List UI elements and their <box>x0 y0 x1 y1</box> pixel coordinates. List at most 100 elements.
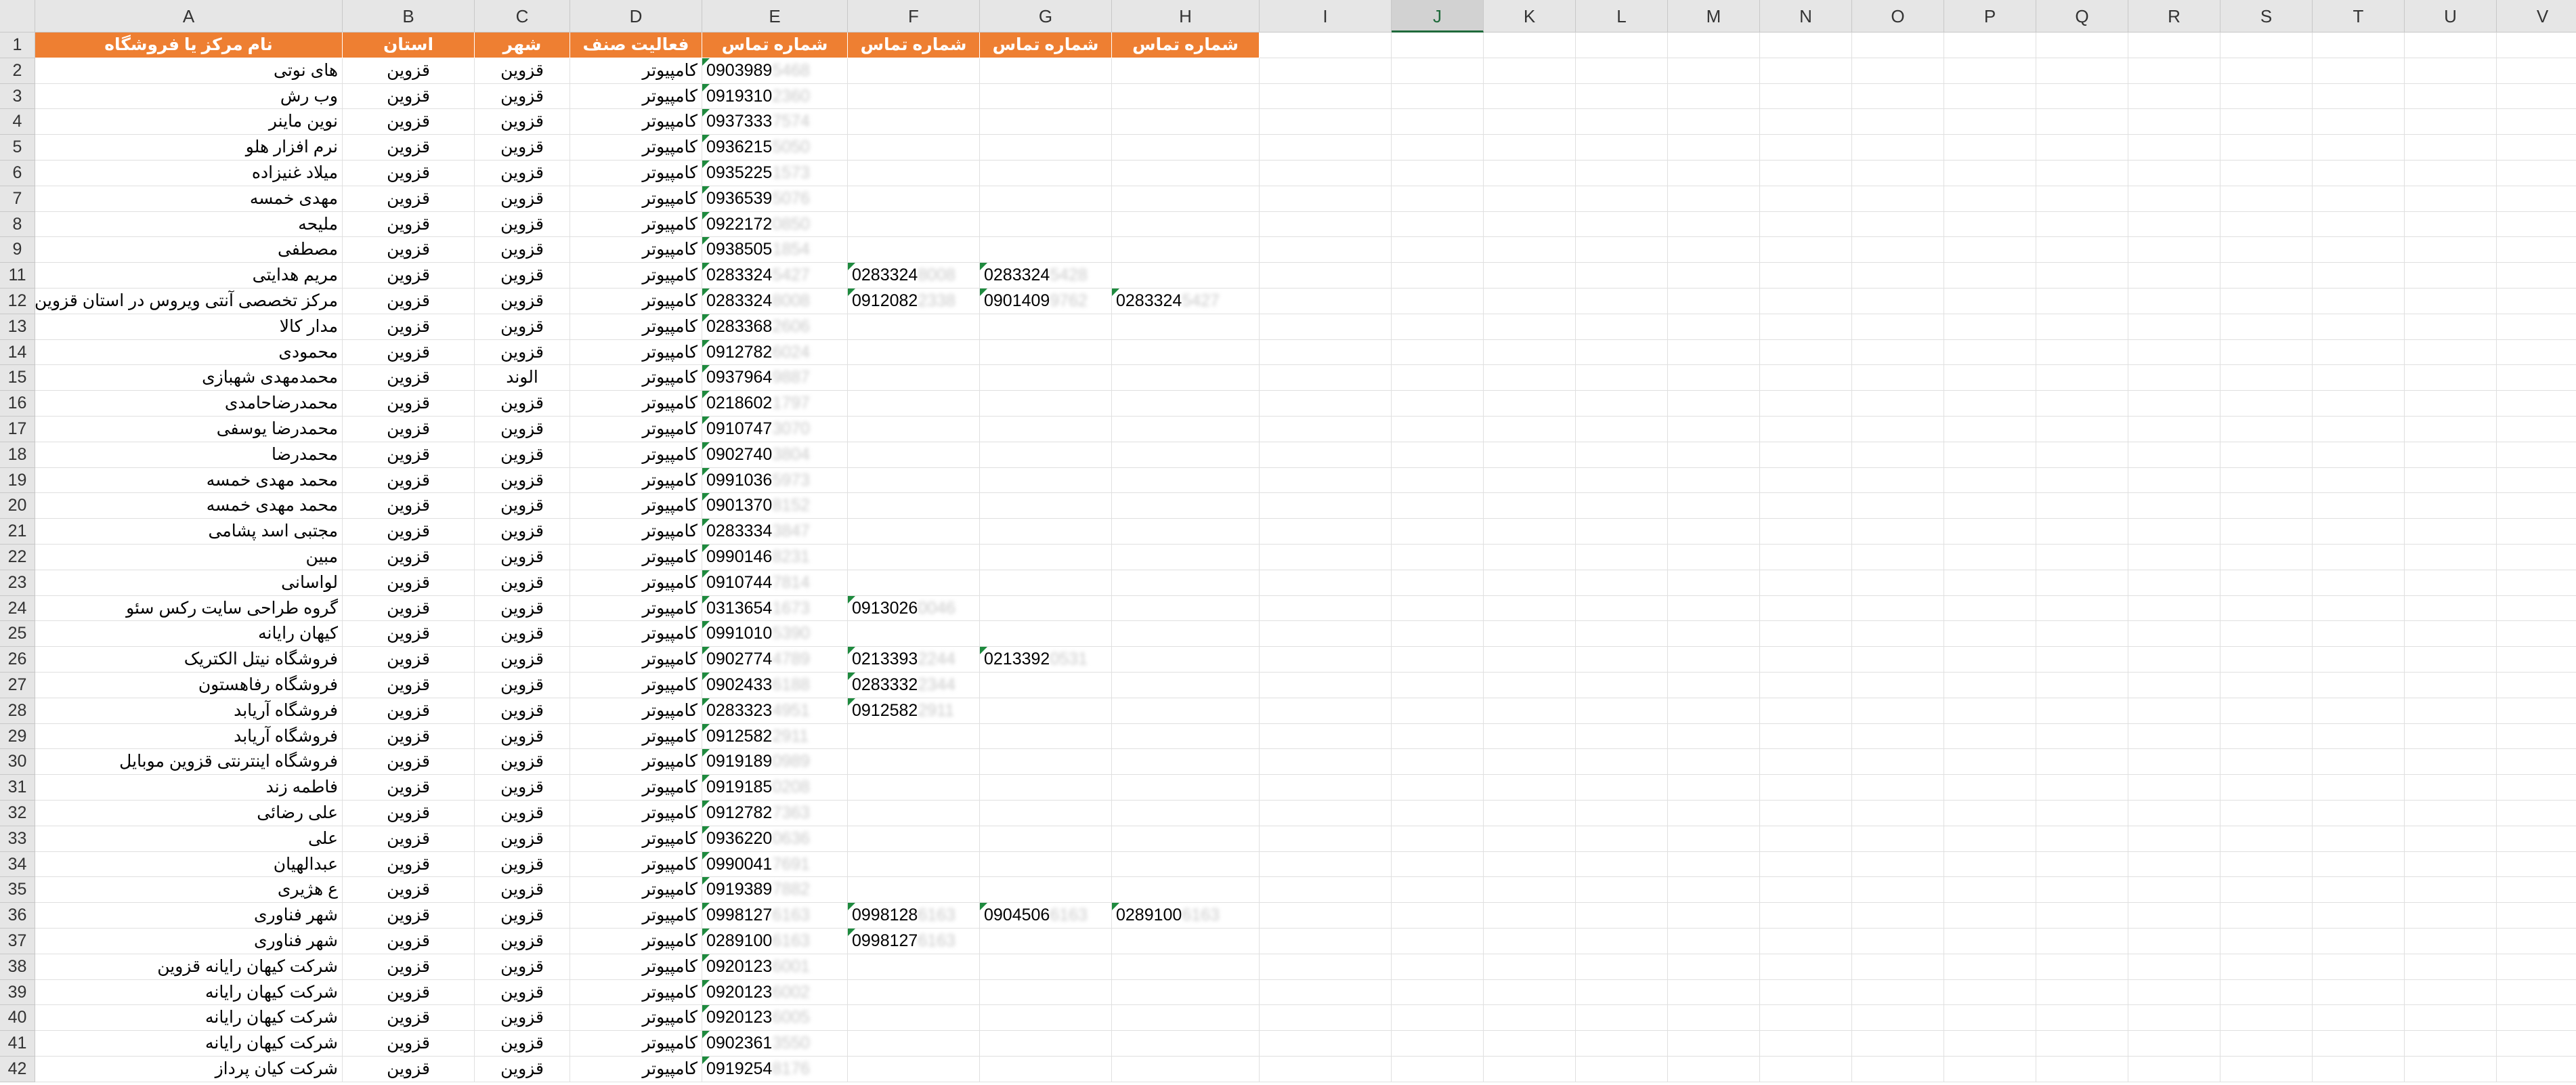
cell-province[interactable]: قزوین <box>343 237 475 263</box>
cell-name[interactable]: محمدمهدی شهبازی <box>35 365 343 391</box>
cell[interactable] <box>2128 211 2220 238</box>
row-header-34[interactable]: 34 <box>0 851 35 878</box>
cell[interactable] <box>1260 519 1392 545</box>
cell[interactable] <box>2220 519 2313 545</box>
cell[interactable] <box>1668 1031 1760 1057</box>
cell-phone[interactable]: 02833245427 <box>702 263 848 289</box>
cell[interactable] <box>1668 621 1760 647</box>
cell[interactable] <box>1668 161 1760 186</box>
cell[interactable] <box>2128 570 2220 596</box>
cell-name[interactable]: نرم افزار هلو <box>35 135 343 161</box>
cell[interactable] <box>1668 595 1760 622</box>
cell[interactable] <box>1484 442 1576 468</box>
cell[interactable] <box>1852 647 1944 673</box>
cell[interactable] <box>1392 339 1484 366</box>
cell[interactable] <box>1760 314 1852 340</box>
cell[interactable] <box>1760 442 1852 468</box>
cell-activity[interactable]: کامپیوتر <box>570 570 702 596</box>
cell[interactable] <box>2036 237 2128 263</box>
cell-name[interactable]: کیهان رایانه <box>35 621 343 647</box>
cell[interactable] <box>2497 1057 2576 1082</box>
cell-phone[interactable] <box>1112 519 1260 545</box>
cell[interactable] <box>2036 417 2128 442</box>
cell-city[interactable]: قزوین <box>475 673 570 698</box>
cell-name[interactable]: میلاد غنیزاده <box>35 161 343 186</box>
cell-city[interactable]: قزوین <box>475 314 570 340</box>
cell-activity[interactable]: کامپیوتر <box>570 391 702 417</box>
cell-phone[interactable] <box>1112 109 1260 135</box>
cell-activity[interactable]: کامپیوتر <box>570 851 702 878</box>
cell-phone[interactable] <box>1112 339 1260 366</box>
cell[interactable] <box>1484 289 1576 314</box>
row-header-31[interactable]: 31 <box>0 775 35 801</box>
cell-name[interactable]: مصطفی <box>35 237 343 263</box>
column-header-k[interactable]: K <box>1484 0 1576 33</box>
cell[interactable] <box>1668 570 1760 596</box>
cell-phone[interactable] <box>1112 58 1260 84</box>
cell[interactable] <box>1484 851 1576 878</box>
cell[interactable] <box>1668 826 1760 852</box>
cell-activity[interactable]: کامپیوتر <box>570 339 702 366</box>
cell[interactable] <box>1944 1031 2036 1057</box>
cell[interactable] <box>1668 417 1760 442</box>
column-header-h[interactable]: H <box>1112 0 1260 33</box>
column-header-p[interactable]: P <box>1944 0 2036 33</box>
cell[interactable] <box>1484 186 1576 212</box>
cell[interactable] <box>1944 698 2036 724</box>
cell[interactable] <box>1944 135 2036 161</box>
cell[interactable] <box>1484 519 1576 545</box>
cell[interactable] <box>1852 723 1944 750</box>
cell[interactable] <box>1852 749 1944 775</box>
cell-province[interactable]: قزوین <box>343 595 475 622</box>
cell[interactable] <box>2036 339 2128 366</box>
cell-activity[interactable]: کامپیوتر <box>570 365 702 391</box>
cell-activity[interactable]: کامپیوتر <box>570 135 702 161</box>
cell-phone[interactable]: 09191890989 <box>702 749 848 775</box>
cell-phone[interactable] <box>1112 365 1260 391</box>
cell-city[interactable]: قزوین <box>475 58 570 84</box>
cell[interactable] <box>2036 775 2128 801</box>
cell-city[interactable]: قزوین <box>475 903 570 929</box>
cell[interactable] <box>1760 929 1852 954</box>
cell[interactable] <box>1760 545 1852 570</box>
cell[interactable] <box>2220 749 2313 775</box>
cell-phone[interactable] <box>848 570 980 596</box>
cell[interactable] <box>1852 314 1944 340</box>
cell[interactable] <box>1260 595 1392 622</box>
cell-phone[interactable] <box>980 979 1112 1006</box>
cell[interactable] <box>2405 595 2497 622</box>
row-header-29[interactable]: 29 <box>0 723 35 750</box>
cell[interactable] <box>1260 135 1392 161</box>
cell[interactable] <box>2405 1005 2497 1031</box>
cell-province[interactable]: قزوین <box>343 723 475 750</box>
cell-city[interactable]: قزوین <box>475 801 570 826</box>
cell[interactable] <box>1668 1057 1760 1082</box>
cell-name[interactable]: مدار کالا <box>35 314 343 340</box>
cell[interactable] <box>2128 545 2220 570</box>
cell-phone[interactable]: 09045066163 <box>980 903 1112 929</box>
cell[interactable] <box>2497 903 2576 929</box>
cell[interactable] <box>1576 263 1668 289</box>
cell[interactable] <box>1760 647 1852 673</box>
cell[interactable] <box>2497 263 2576 289</box>
column-header-i[interactable]: I <box>1260 0 1392 33</box>
cell[interactable] <box>2313 903 2405 929</box>
cell-name[interactable]: علی رضائی <box>35 801 343 826</box>
cell[interactable] <box>1668 314 1760 340</box>
cell[interactable] <box>2220 493 2313 519</box>
cell[interactable] <box>1484 775 1576 801</box>
cell[interactable] <box>1260 263 1392 289</box>
row-header-24[interactable]: 24 <box>0 595 35 622</box>
cell[interactable] <box>2405 365 2497 391</box>
cell[interactable] <box>1260 211 1392 238</box>
cell[interactable] <box>1668 83 1760 110</box>
cell-phone[interactable] <box>848 365 980 391</box>
cell-phone[interactable] <box>980 1005 1112 1031</box>
cell-name[interactable]: شهر فناوری <box>35 929 343 954</box>
cell-phone[interactable] <box>1112 1031 1260 1057</box>
cell-city[interactable]: قزوین <box>475 391 570 417</box>
cell[interactable] <box>2405 1057 2497 1082</box>
cell-city[interactable]: قزوین <box>475 339 570 366</box>
cell-phone[interactable] <box>1112 237 1260 263</box>
cell[interactable] <box>1392 391 1484 417</box>
